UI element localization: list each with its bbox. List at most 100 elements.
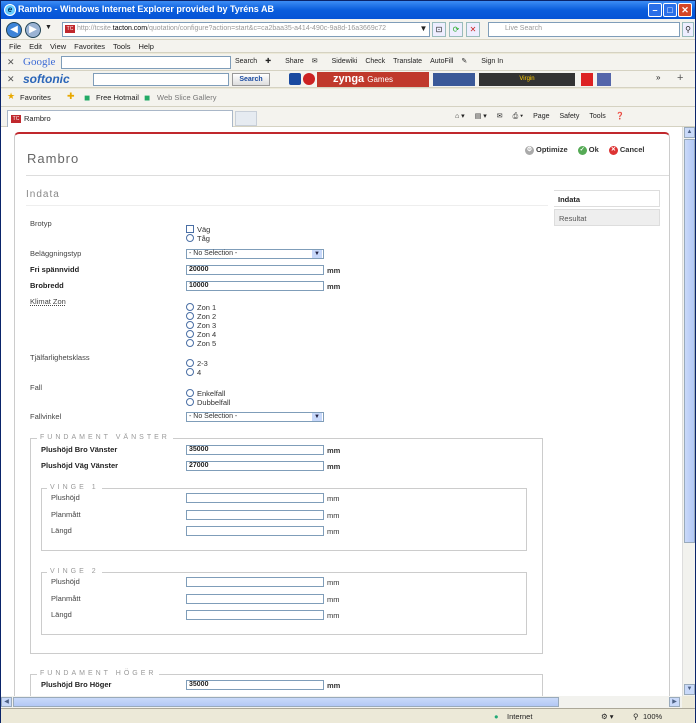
toolbar-more-icon[interactable]: » (656, 73, 660, 82)
ok-button[interactable]: ✓ Ok (577, 145, 599, 155)
scroll-up-icon[interactable]: ▲ (684, 127, 695, 138)
youtube-icon[interactable] (581, 73, 593, 86)
vinge2-langd-input[interactable] (186, 610, 324, 620)
brotyp-tag-option[interactable]: Tåg (186, 234, 210, 243)
menu-view[interactable]: View (50, 42, 66, 51)
zon5-option[interactable]: Zon 5 (186, 339, 216, 348)
add-favorite-icon[interactable]: ✚ (67, 91, 75, 102)
side-tab-resultat[interactable]: Resultat (554, 209, 660, 226)
vertical-scrollbar[interactable]: ▲ ▼ (682, 127, 695, 696)
zon3-option[interactable]: Zon 3 (186, 321, 216, 330)
zoom-icon[interactable]: ⚲ (633, 712, 639, 721)
brotyp-tag-radio[interactable] (186, 234, 194, 242)
toolbar-app-icon[interactable] (289, 73, 301, 85)
sign-in-button[interactable]: Sign In (481, 58, 503, 65)
page-menu[interactable]: Page (533, 113, 549, 120)
address-dropdown-icon[interactable]: ▼ (418, 22, 429, 37)
favorites-button[interactable]: Favorites (20, 93, 51, 102)
mail-icon[interactable]: ✉ (312, 58, 318, 65)
tjal-23-radio[interactable] (186, 359, 194, 367)
zon2-radio[interactable] (186, 312, 194, 320)
vinge2-planmatt-input[interactable] (186, 594, 324, 604)
address-bar[interactable]: TC http://tcsite.tacton.com/quotation/co… (62, 22, 430, 37)
forward-button[interactable]: ▶ (25, 22, 41, 38)
history-dropdown-icon[interactable]: ▼ (45, 24, 52, 31)
menu-tools[interactable]: Tools (113, 42, 131, 51)
zon1-option[interactable]: Zon 1 (186, 303, 216, 312)
wrench-icon[interactable]: ✎ (461, 58, 467, 65)
vinge1-plushojd-input[interactable] (186, 493, 324, 503)
menu-favorites[interactable]: Favorites (74, 42, 105, 51)
compat-view-icon[interactable]: ⊡ (432, 22, 446, 37)
dubbelfall-radio[interactable] (186, 398, 194, 406)
home-icon[interactable]: ⌂ ▾ (455, 113, 465, 120)
spannvidd-input[interactable]: 20000 (186, 265, 324, 275)
print-icon[interactable]: ⎙ ▾ (513, 113, 524, 120)
brotyp-vag-option[interactable]: Väg (186, 225, 210, 234)
softonic-search-input[interactable] (93, 73, 229, 86)
brobredd-input[interactable]: 10000 (186, 281, 324, 291)
read-mail-icon[interactable]: ✉ (497, 113, 503, 120)
toolbar-game-icon[interactable] (303, 73, 315, 85)
maximize-button[interactable]: □ (663, 3, 677, 17)
favorite-web-slice-gallery[interactable]: Web Slice Gallery (157, 93, 216, 102)
optimize-button[interactable]: ⚙ Optimize (525, 145, 568, 155)
vinge2-plushojd-input[interactable] (186, 577, 324, 587)
sidewiki-button[interactable]: Sidewiki (332, 58, 358, 65)
favorite-hotmail[interactable]: Free Hotmail (96, 93, 139, 102)
zoom-level[interactable]: 100% (643, 712, 662, 721)
google-search-input[interactable] (61, 56, 231, 69)
translate-button[interactable]: Translate (393, 58, 422, 65)
enkelfall-option[interactable]: Enkelfall (186, 389, 225, 398)
zon3-radio[interactable] (186, 321, 194, 329)
horizontal-scroll-thumb[interactable] (13, 697, 559, 707)
dubbelfall-option[interactable]: Dubbelfall (186, 398, 230, 407)
scroll-down-icon[interactable]: ▼ (684, 684, 695, 695)
fallvinkel-select[interactable]: - No Selection - ▼ (186, 412, 324, 422)
plushojd-bro-vanster-input[interactable]: 35000 (186, 445, 324, 455)
horizontal-scrollbar[interactable]: ◀ ▶ (1, 696, 682, 708)
protected-mode-icon[interactable]: ⚙ ▾ (601, 712, 614, 721)
zon4-option[interactable]: Zon 4 (186, 330, 216, 339)
side-tab-indata[interactable]: Indata (554, 190, 660, 207)
check-button[interactable]: Check (365, 58, 385, 65)
zon5-radio[interactable] (186, 339, 194, 347)
brotyp-vag-radio[interactable] (186, 225, 194, 233)
toolbar2-close-icon[interactable]: ✕ (7, 74, 15, 85)
autofill-button[interactable]: AutoFill (430, 58, 453, 65)
share-button[interactable]: Share (285, 58, 304, 65)
close-window-button[interactable]: ✕ (678, 3, 692, 17)
zon4-radio[interactable] (186, 330, 194, 338)
tab-rambro[interactable]: TC Rambro (7, 110, 233, 127)
zon1-radio[interactable] (186, 303, 194, 311)
zynga-games-button[interactable]: zynga Games (317, 72, 429, 87)
menu-help[interactable]: Help (139, 42, 154, 51)
cancel-button[interactable]: ✕ Cancel (608, 145, 644, 155)
scroll-right-icon[interactable]: ▶ (669, 697, 680, 707)
safety-menu[interactable]: Safety (560, 113, 580, 120)
google-search-button[interactable]: Search (235, 58, 257, 65)
facebook-icons[interactable] (433, 73, 475, 86)
help-icon[interactable]: ❓ (616, 113, 625, 120)
menu-file[interactable]: File (9, 42, 21, 51)
stop-icon[interactable]: ✕ (466, 22, 480, 37)
refresh-icon[interactable]: ⟳ (449, 22, 463, 37)
search-go-icon[interactable]: ⚲ (682, 22, 694, 37)
zon2-option[interactable]: Zon 2 (186, 312, 216, 321)
tools-menu[interactable]: Tools (589, 113, 605, 120)
new-tab-button[interactable] (235, 111, 257, 126)
vinge1-langd-input[interactable] (186, 526, 324, 536)
feeds-icon[interactable]: ▤ ▾ (475, 113, 487, 120)
favorites-star-icon[interactable]: ★ (7, 91, 15, 102)
virgin-radio-widget[interactable]: Virgin (479, 73, 575, 86)
vinge1-planmatt-input[interactable] (186, 510, 324, 520)
scroll-left-icon[interactable]: ◀ (1, 697, 12, 707)
minimize-button[interactable]: – (648, 3, 662, 17)
plushojd-bro-hoger-input[interactable]: 35000 (186, 680, 324, 690)
back-button[interactable]: ◀ (6, 22, 22, 38)
softonic-search-button[interactable]: Search (232, 73, 270, 86)
tjal-23-option[interactable]: 2-3 (186, 359, 208, 368)
puzzle-icon[interactable]: ✚ (265, 58, 271, 65)
live-search-input[interactable]: Live Search (488, 22, 680, 37)
menu-edit[interactable]: Edit (29, 42, 42, 51)
